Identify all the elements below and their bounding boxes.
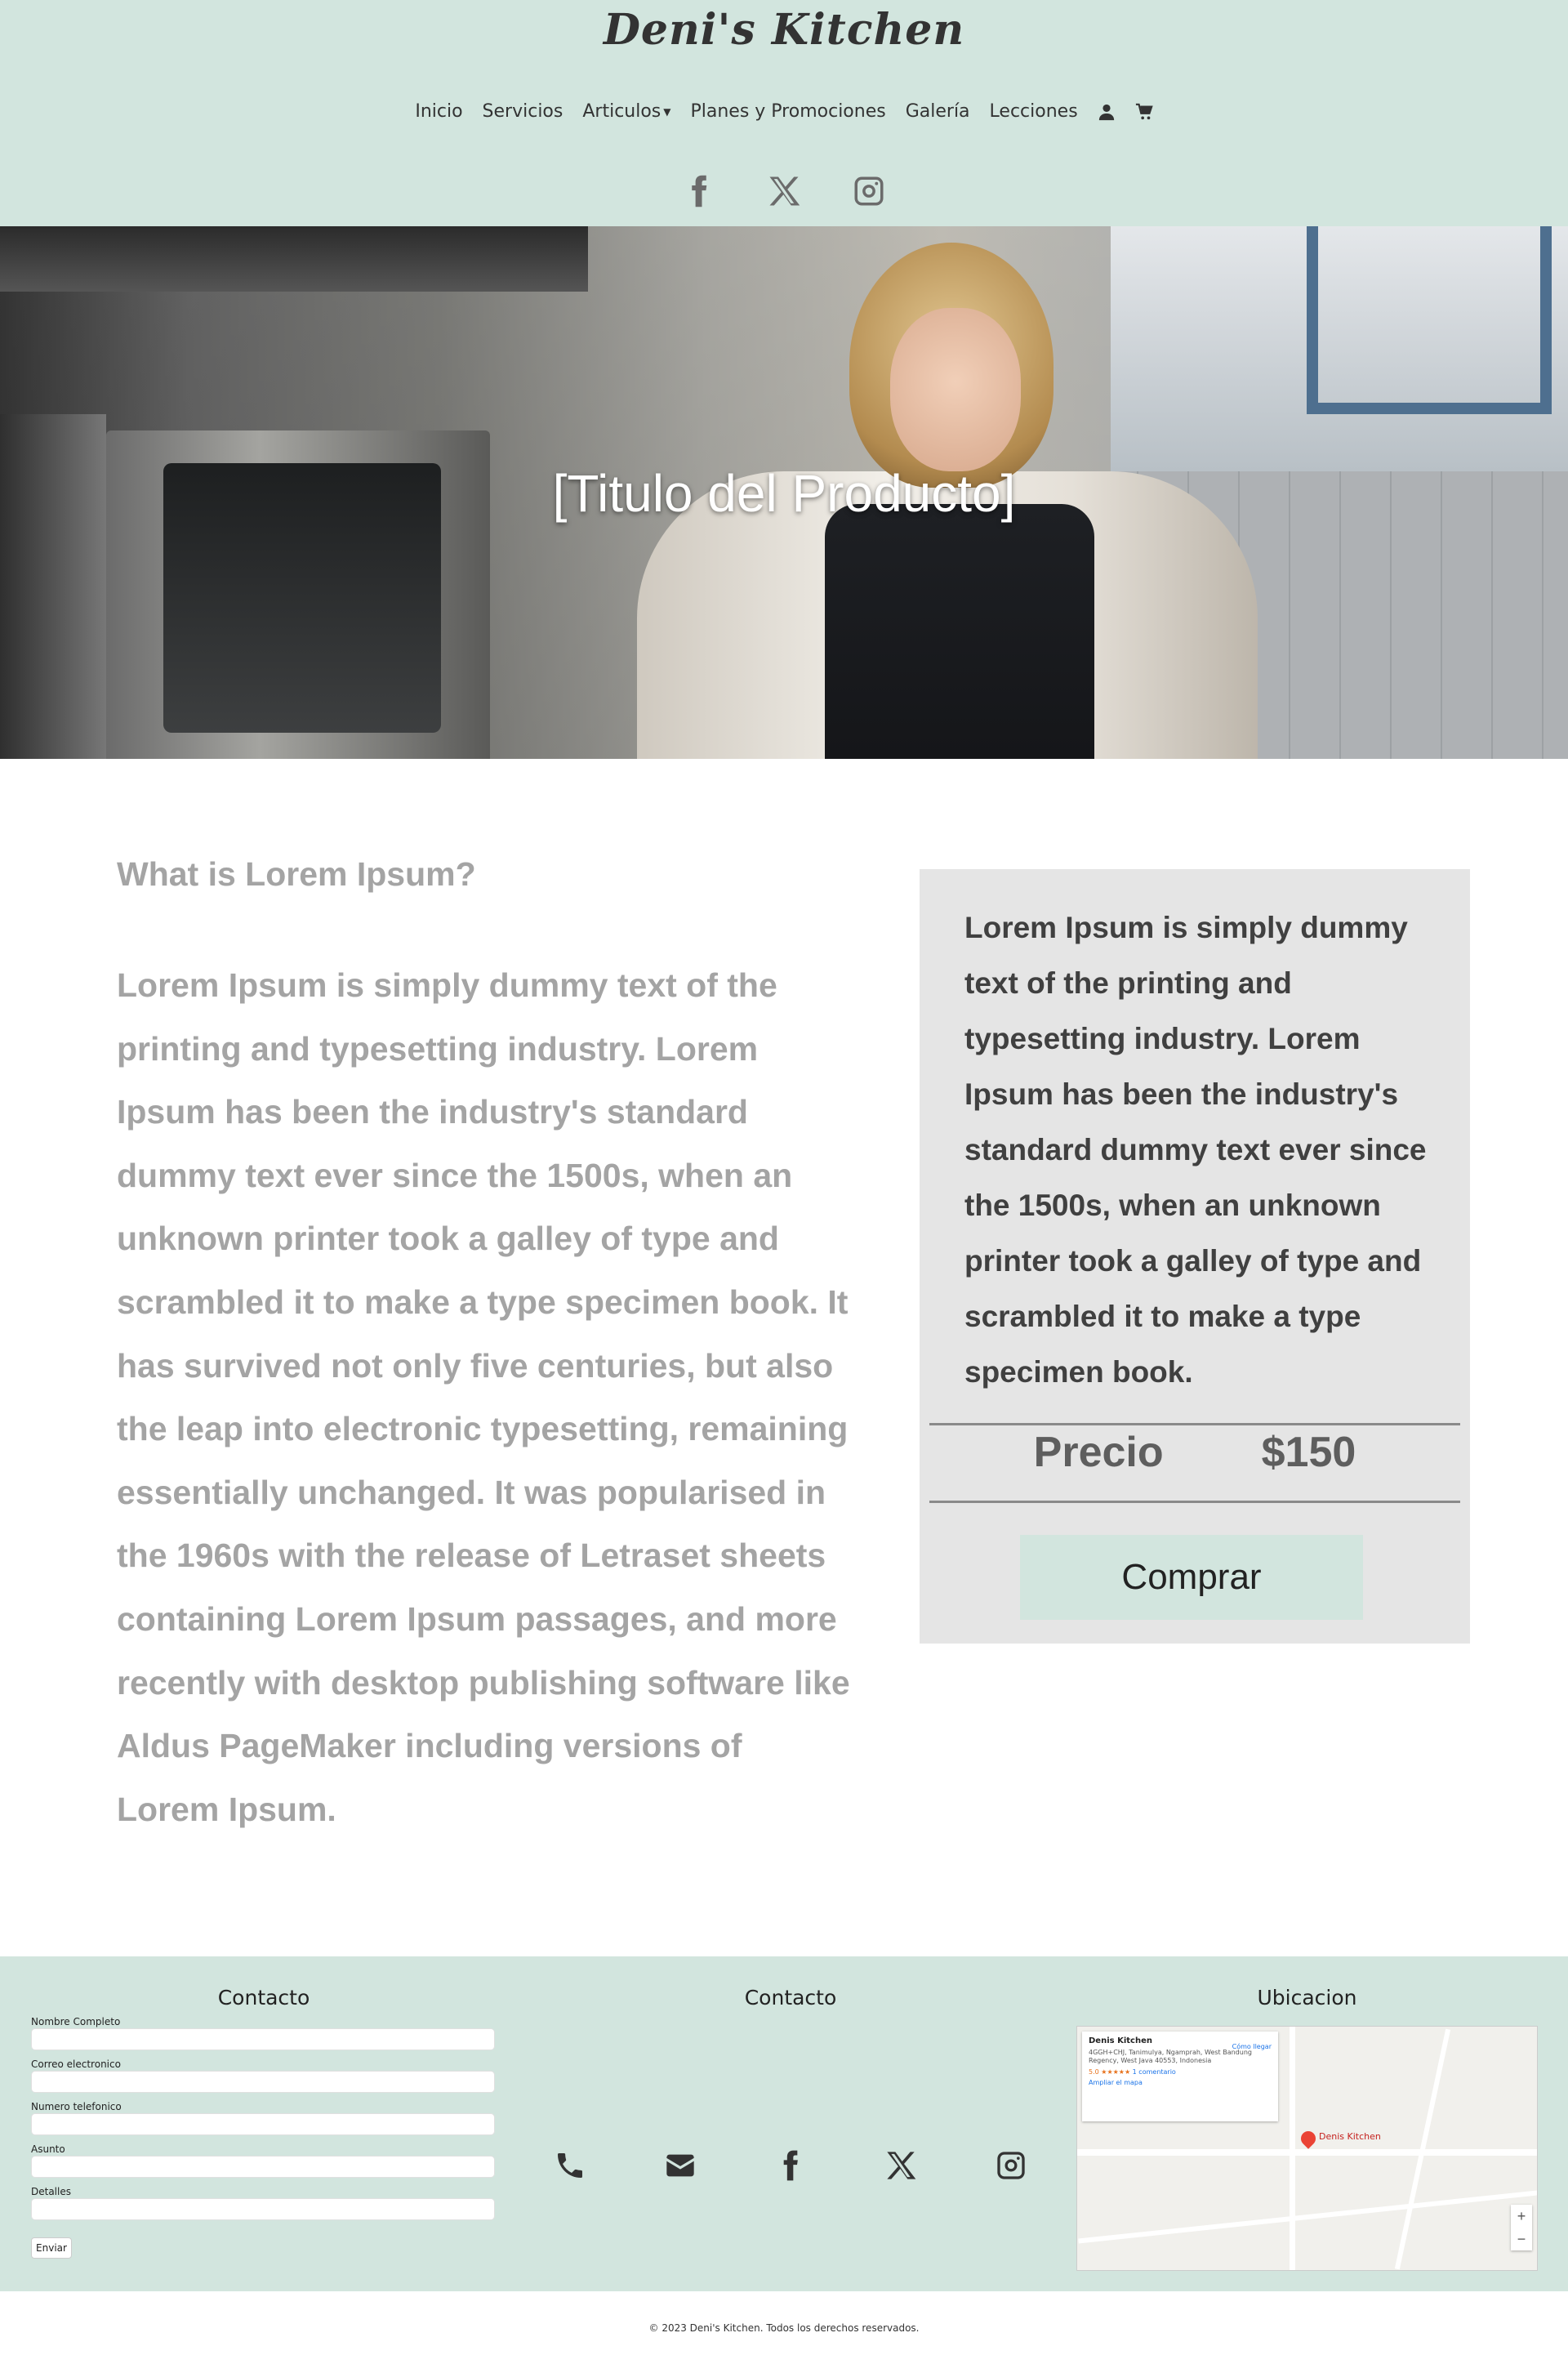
nav-item-galeria[interactable]: Galería [906, 101, 970, 122]
name-field[interactable] [31, 2028, 495, 2050]
buy-button[interactable]: Comprar [1020, 1535, 1363, 1620]
map-pin-label: Denis Kitchen [1319, 2131, 1381, 2142]
zoom-in-icon[interactable]: + [1511, 2205, 1532, 2228]
price-label: Precio [1033, 1429, 1164, 1476]
section-heading: What is Lorem Ipsum? [117, 855, 476, 893]
divider [929, 1423, 1460, 1425]
location-map[interactable]: Denis Kitchen 4GGH+CHJ, Tanimulya, Ngamp… [1076, 2026, 1538, 2271]
purchase-card: Lorem Ipsum is simply dummy text of the … [920, 869, 1470, 1644]
user-icon[interactable] [1098, 103, 1116, 121]
price-value: $150 [1261, 1429, 1356, 1476]
map-road [1078, 2190, 1537, 2244]
phone-icon[interactable] [554, 2149, 586, 2182]
email-label: Correo electronico [31, 2058, 121, 2070]
x-icon[interactable] [884, 2149, 917, 2182]
hero-image-chef-apron [825, 504, 1094, 759]
zoom-out-icon[interactable]: − [1511, 2228, 1532, 2250]
map-directions-link[interactable]: Cómo llegar [1232, 2043, 1272, 2050]
subject-label: Asunto [31, 2143, 65, 2155]
contact-icons [554, 2149, 1027, 2182]
details-label: Detalles [31, 2186, 71, 2197]
name-label: Nombre Completo [31, 2016, 121, 2027]
instagram-icon[interactable] [995, 2149, 1027, 2182]
nav-item-servicios[interactable]: Servicios [483, 101, 564, 122]
send-button[interactable]: Enviar [31, 2237, 72, 2259]
map-enlarge-link[interactable]: Ampliar el mapa [1089, 2079, 1272, 2086]
map-rating-stars: 5.0 ★★★★★ [1089, 2068, 1131, 2076]
phone-field[interactable] [31, 2113, 495, 2135]
brand-logo[interactable]: Deni's Kitchen [0, 5, 1568, 55]
map-zoom-controls: + − [1511, 2205, 1532, 2250]
facebook-icon[interactable] [774, 2149, 807, 2182]
nav-item-inicio[interactable]: Inicio [415, 101, 462, 122]
email-field[interactable] [31, 2071, 495, 2093]
cart-icon[interactable] [1135, 103, 1153, 121]
hero-image-chef-face [890, 308, 1021, 471]
map-road [1290, 2027, 1295, 2270]
facebook-icon[interactable] [682, 174, 716, 208]
phone-label: Numero telefonico [31, 2101, 122, 2112]
price-row: Precio $150 [929, 1428, 1460, 1477]
chevron-down-icon: ▼ [663, 106, 671, 118]
map-address: 4GGH+CHJ, Tanimulya, Ngamprah, West Band… [1089, 2049, 1252, 2064]
map-road [1077, 2149, 1537, 2156]
description-text: Lorem Ipsum is simply dummy text of the … [117, 966, 850, 1828]
x-icon[interactable] [767, 174, 801, 208]
instagram-icon[interactable] [852, 174, 886, 208]
main-nav: Inicio Servicios Articulos ▼ Planes y Pro… [0, 101, 1568, 122]
site-footer: Contacto Nombre Completo Correo electron… [0, 1956, 1568, 2291]
contact-form-title: Contacto [217, 1986, 310, 2009]
copyright-text: © 2023 Deni's Kitchen. Todos los derecho… [648, 2322, 920, 2334]
details-field[interactable] [31, 2198, 495, 2220]
nav-item-label: Articulos [582, 101, 662, 122]
map-rating: 5.0 ★★★★★ 1 comentario [1089, 2068, 1272, 2076]
product-title: [Titulo del Producto] [552, 464, 1016, 523]
map-pin-icon[interactable] [1298, 2128, 1319, 2149]
product-description: What is Lorem Ipsum? Lorem Ipsum is simp… [117, 850, 852, 1841]
envelope-icon[interactable] [664, 2149, 697, 2182]
site-header: Deni's Kitchen Inicio Servicios Articulo… [0, 0, 1568, 226]
divider [929, 1501, 1460, 1503]
social-links-top [0, 174, 1568, 208]
hero-image-window-frame [1307, 226, 1552, 414]
map-reviews-link[interactable]: 1 comentario [1133, 2068, 1176, 2076]
nav-item-articulos[interactable]: Articulos ▼ [582, 101, 670, 122]
card-description: Lorem Ipsum is simply dummy text of the … [964, 911, 1427, 1389]
location-title: Ubicacion [1257, 1986, 1357, 2009]
subject-field[interactable] [31, 2156, 495, 2178]
hero-image-hood [0, 226, 588, 292]
hero-banner: [Titulo del Producto] [0, 226, 1568, 759]
contact-form: Nombre Completo Correo electronico Numer… [31, 2015, 497, 2259]
nav-item-lecciones[interactable]: Lecciones [990, 101, 1078, 122]
nav-item-planes[interactable]: Planes y Promociones [691, 101, 886, 122]
contact-title: Contacto [744, 1986, 837, 2009]
map-place-card: Denis Kitchen 4GGH+CHJ, Tanimulya, Ngamp… [1082, 2032, 1278, 2121]
